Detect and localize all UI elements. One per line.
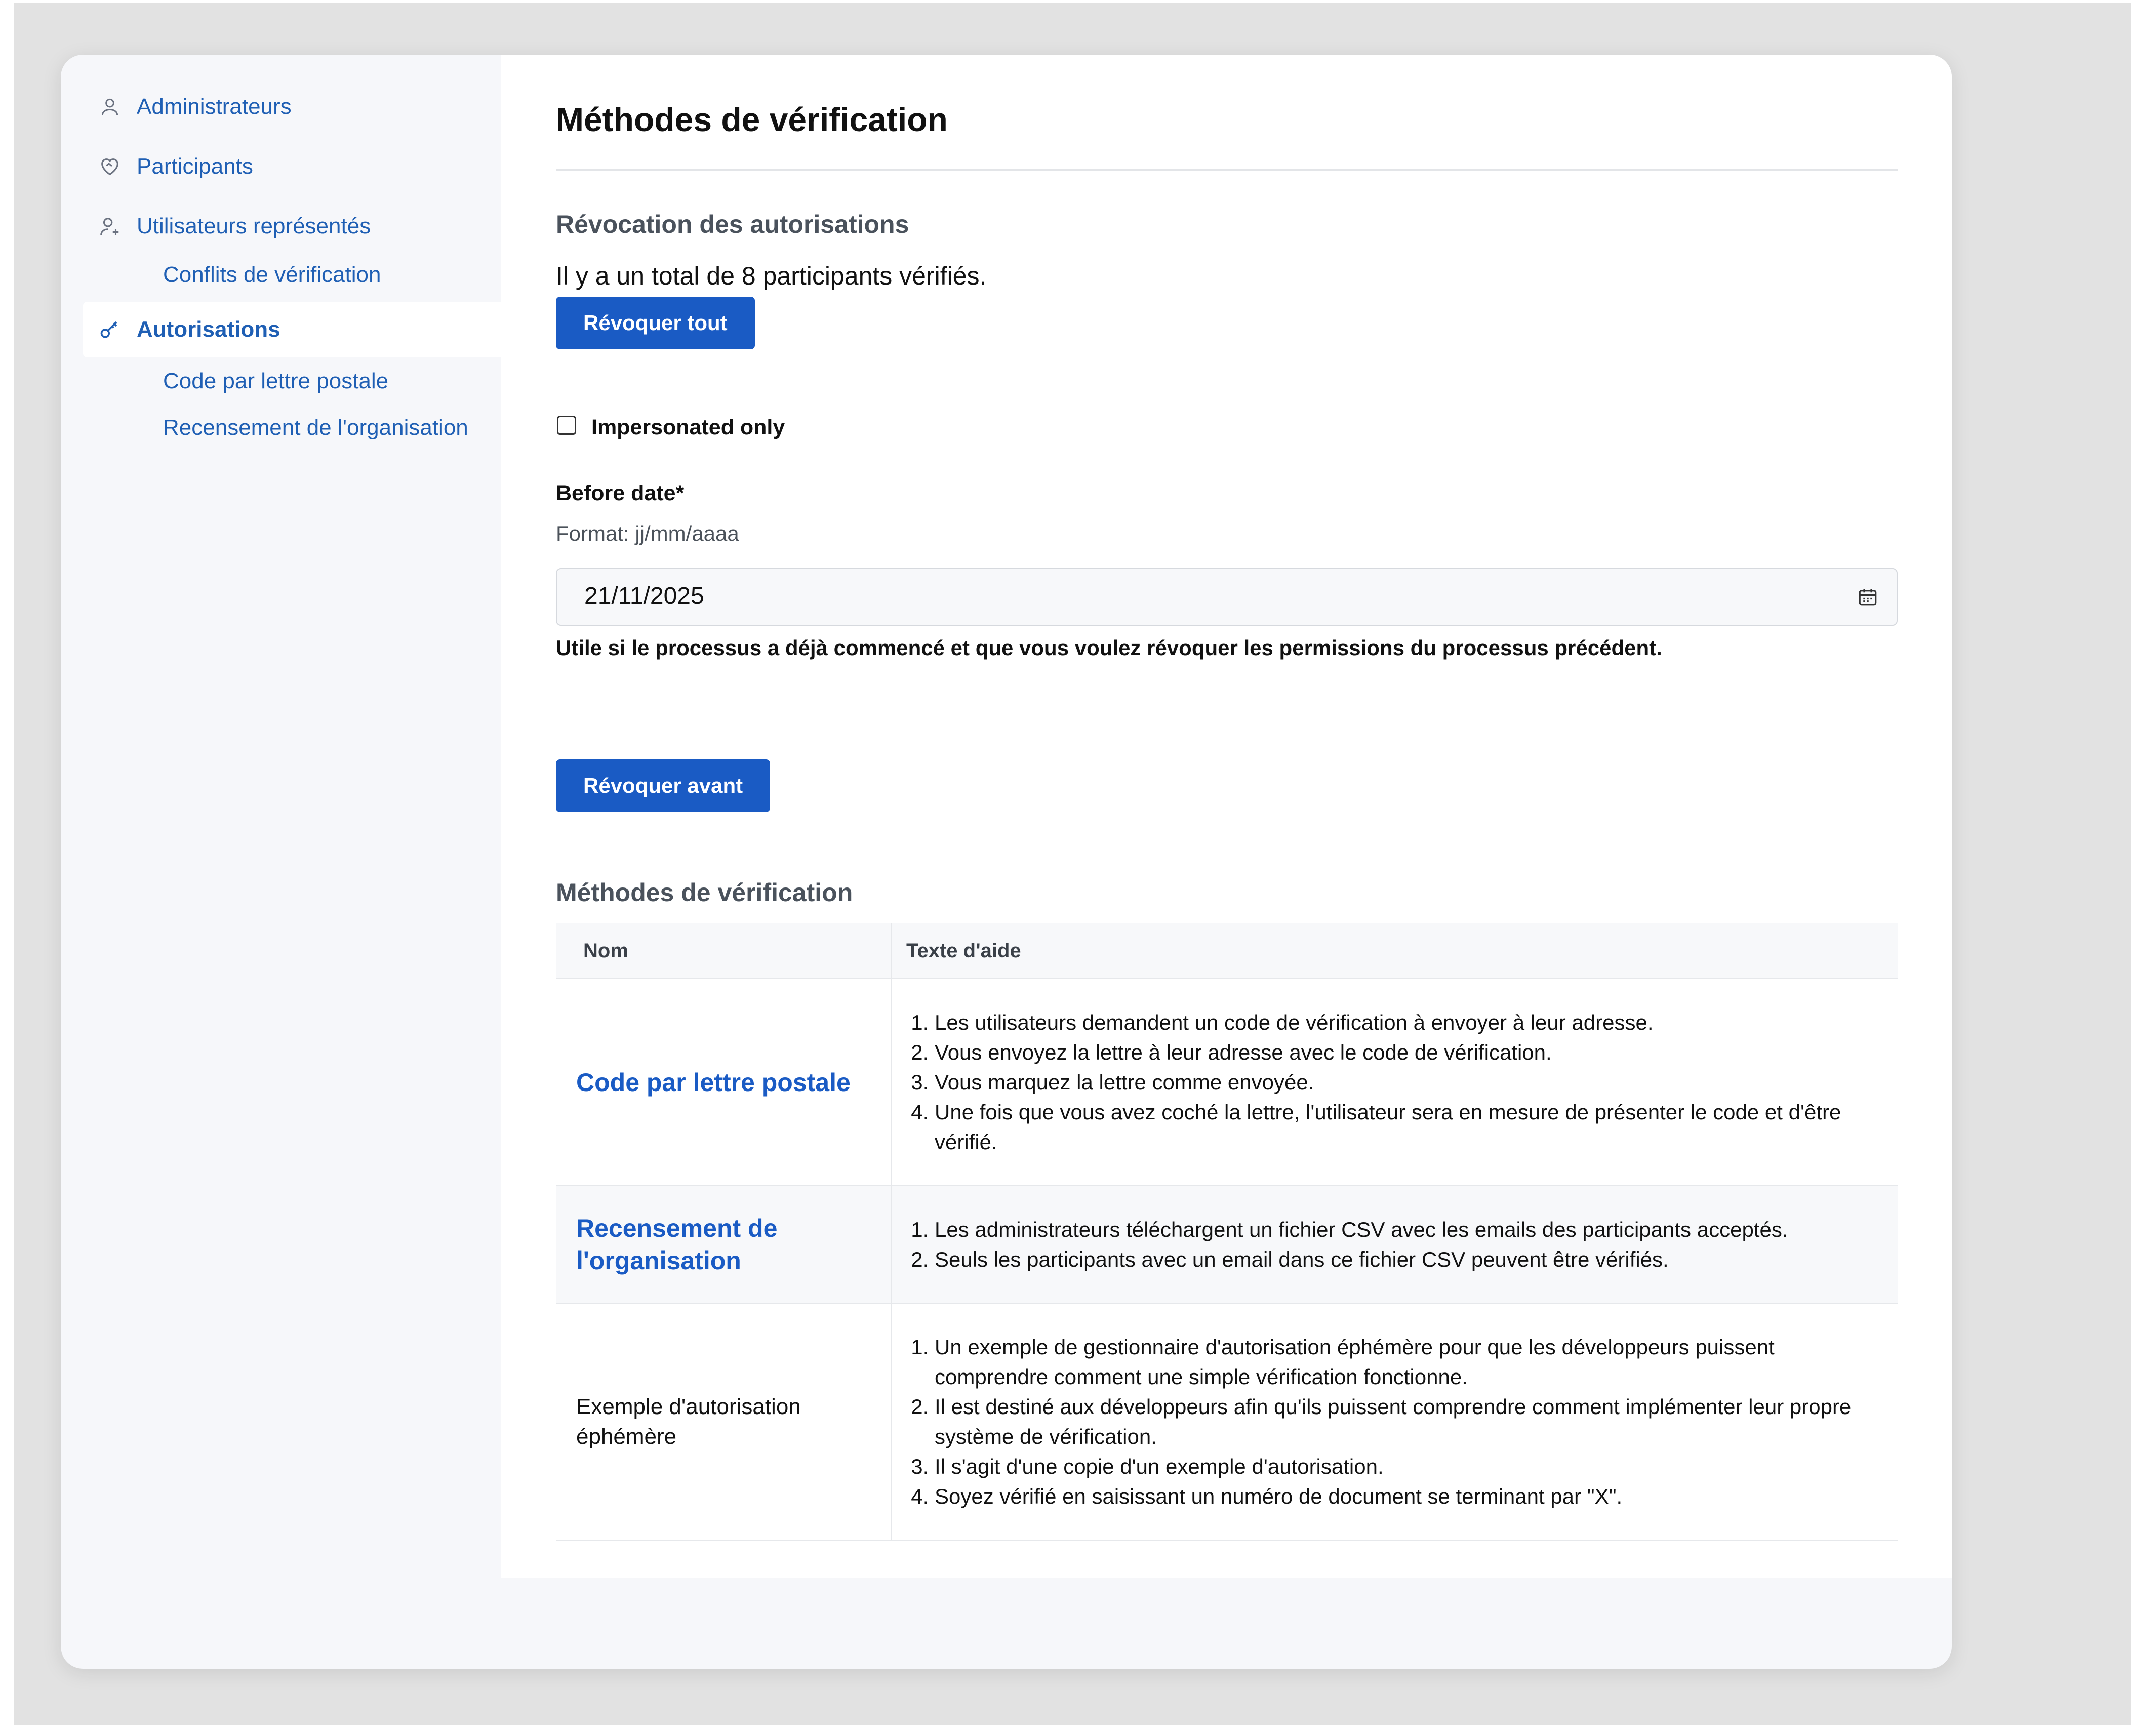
sidebar-item-label: Utilisateurs représentés [137, 214, 371, 238]
table-row: Recensement de l'organisation Les admini… [556, 1186, 1898, 1304]
sidebar-item-administrateurs[interactable]: Administrateurs [97, 89, 292, 125]
date-format-hint: Format: jj/mm/aaaa [556, 521, 739, 545]
methods-heading: Méthodes de vérification [556, 878, 853, 907]
verified-count-text: Il y a un total de 8 participants vérifi… [556, 262, 987, 290]
method-link-recensement-organisation[interactable]: Recensement de l'organisation [576, 1214, 777, 1275]
help-step: Seuls les participants avec un email dan… [935, 1244, 1877, 1274]
table-row: Code par lettre postale Les utilisateurs… [556, 979, 1898, 1186]
methods-table: Nom Texte d'aide Code par lettre postale… [556, 923, 1898, 1541]
sidebar-item-label: Administrateurs [137, 94, 292, 119]
date-value: 21/11/2025 [584, 583, 704, 610]
help-step: Un exemple de gestionnaire d'autorisatio… [935, 1332, 1877, 1392]
help-step: Les administrateurs téléchargent un fich… [935, 1215, 1877, 1244]
sidebar-item-autorisations[interactable]: Autorisations [83, 302, 508, 357]
sidebar: Administrateurs Participants Utilisateur… [61, 55, 508, 1669]
sidebar-item-utilisateurs-representes[interactable]: Utilisateurs représentés [97, 209, 371, 244]
page-title: Méthodes de vérification [556, 101, 948, 138]
heart-handshake-icon [97, 154, 123, 179]
help-list: Un exemple de gestionnaire d'autorisatio… [906, 1332, 1877, 1511]
help-step: Soyez vérifié en saisissant un numéro de… [935, 1481, 1877, 1511]
sidebar-item-label: Participants [137, 154, 253, 179]
calendar-icon[interactable] [1857, 586, 1878, 608]
help-step: Il est destiné aux développeurs afin qu'… [935, 1392, 1877, 1451]
revoke-before-button[interactable]: Révoquer avant [556, 759, 771, 812]
user-plus-icon [97, 214, 123, 239]
column-header-texte-aide: Texte d'aide [891, 923, 1898, 979]
sidebar-item-participants[interactable]: Participants [97, 149, 253, 184]
method-name-exemple-autorisation-ephemere: Exemple d'autorisation éphémère [576, 1394, 801, 1449]
revoke-all-button[interactable]: Révoquer tout [556, 297, 755, 349]
column-header-nom: Nom [556, 923, 892, 979]
impersonated-only-checkbox[interactable] [557, 416, 576, 435]
user-icon [97, 94, 123, 119]
before-date-input[interactable]: 21/11/2025 [556, 568, 1898, 626]
table-row: Exemple d'autorisation éphémère Un exemp… [556, 1303, 1898, 1541]
main-content: Méthodes de vérification Révocation des … [501, 55, 1952, 1578]
date-help-text: Utile si le processus a déjà commencé et… [556, 636, 1662, 660]
key-icon [97, 317, 123, 342]
revocation-heading: Révocation des autorisations [556, 210, 909, 238]
help-step: Vous marquez la lettre comme envoyée. [935, 1067, 1877, 1097]
impersonated-only-label: Impersonated only [591, 415, 785, 439]
help-step: Les utilisateurs demandent un code de vé… [935, 1007, 1877, 1037]
help-step: Une fois que vous avez coché la lettre, … [935, 1097, 1877, 1157]
sidebar-item-label: Autorisations [137, 317, 280, 342]
help-list: Les utilisateurs demandent un code de vé… [906, 1007, 1877, 1157]
title-divider [556, 169, 1898, 171]
method-link-code-par-lettre-postale[interactable]: Code par lettre postale [576, 1068, 851, 1097]
help-step: Il s'agit d'une copie d'un exemple d'aut… [935, 1451, 1877, 1481]
sidebar-item-recensement-organisation[interactable]: Recensement de l'organisation [163, 415, 468, 440]
help-list: Les administrateurs téléchargent un fich… [906, 1215, 1877, 1274]
admin-card: Administrateurs Participants Utilisateur… [61, 55, 1952, 1669]
before-date-label: Before date* [556, 481, 685, 505]
sidebar-item-conflits-de-verification[interactable]: Conflits de vérification [163, 262, 381, 288]
sidebar-item-code-par-lettre-postale[interactable]: Code par lettre postale [163, 369, 388, 394]
help-step: Vous envoyez la lettre à leur adresse av… [935, 1037, 1877, 1067]
